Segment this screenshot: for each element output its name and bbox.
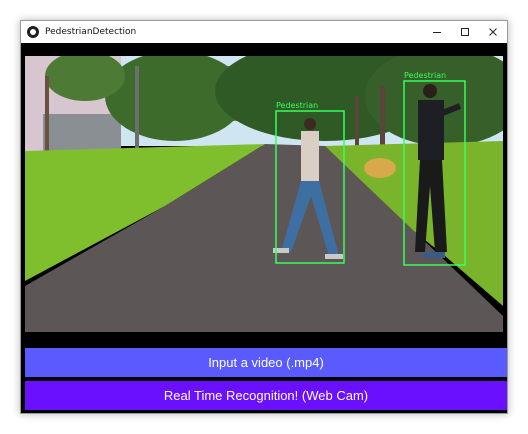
detection-label-1: Pedestrian — [276, 101, 318, 110]
video-scene: Pedestrian Pedestrian — [25, 56, 503, 332]
close-icon — [489, 28, 497, 36]
detection-label-2: Pedestrian — [404, 71, 446, 80]
app-window: PedestrianDetection Pedestrian Pedestria… — [20, 20, 508, 414]
app-logo-icon — [27, 26, 39, 38]
input-video-button-label: Input a video (.mp4) — [208, 355, 324, 370]
building-wall — [43, 114, 121, 154]
window-title: PedestrianDetection — [45, 27, 137, 37]
minimize-button[interactable] — [423, 21, 451, 43]
maximize-icon — [461, 28, 469, 36]
video-frame: Pedestrian Pedestrian — [25, 56, 503, 332]
flower-bush — [364, 158, 396, 178]
video-letterbox-top — [21, 43, 507, 56]
webcam-recognition-button-label: Real Time Recognition! (Web Cam) — [163, 388, 369, 403]
close-button[interactable] — [479, 21, 507, 43]
title-bar[interactable]: PedestrianDetection — [21, 21, 507, 43]
input-video-button[interactable]: Input a video (.mp4) — [25, 348, 507, 377]
pole — [135, 66, 139, 161]
window-controls — [423, 21, 507, 43]
tree-trunk — [45, 76, 49, 156]
video-letterbox-bottom — [21, 332, 507, 348]
minimize-icon — [433, 32, 441, 33]
webcam-recognition-button[interactable]: Real Time Recognition! (Web Cam) — [25, 381, 507, 410]
maximize-button[interactable] — [451, 21, 479, 43]
